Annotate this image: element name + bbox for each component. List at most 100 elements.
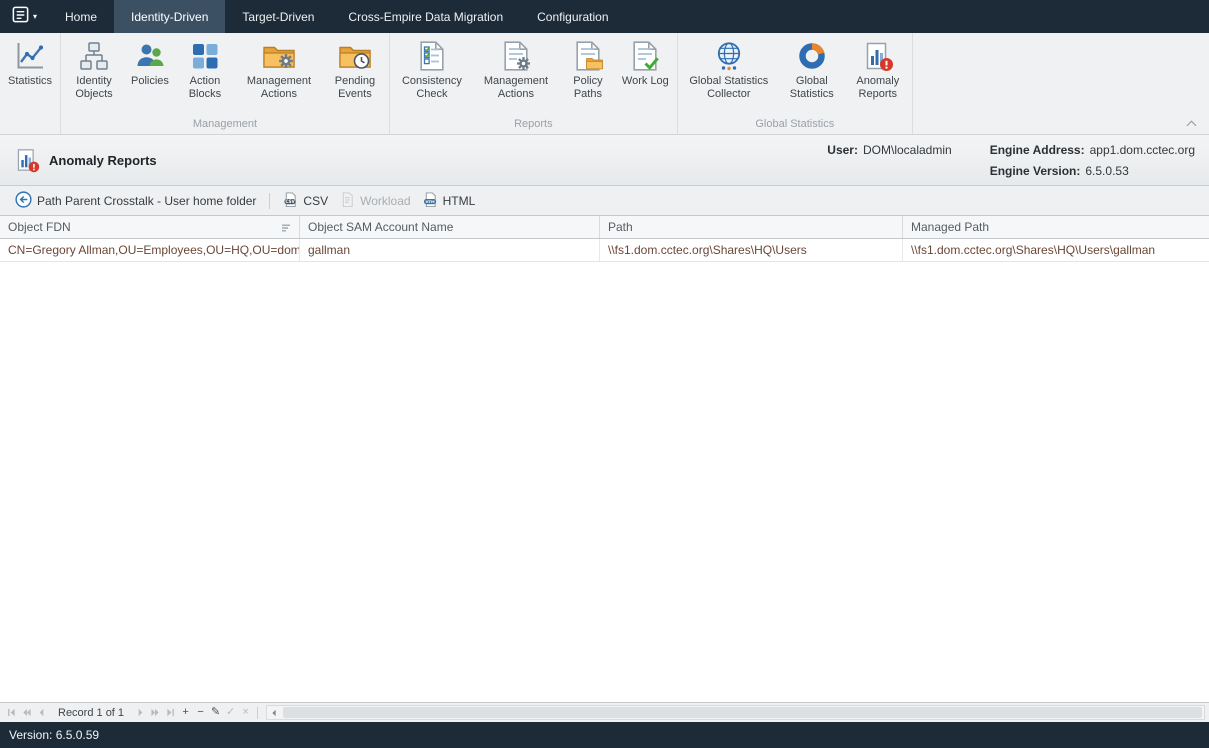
app-menu-button[interactable]: ▾ (0, 0, 48, 33)
scrollbar-thumb[interactable] (283, 707, 1202, 718)
ribbon-button-label: Identity Objects (69, 75, 119, 101)
ribbon-button-label: Management Actions (478, 75, 554, 101)
svg-text:CSV: CSV (286, 199, 296, 204)
next-page-button (148, 705, 163, 721)
ribbon-button-anomaly-reports[interactable]: Anomaly Reports (846, 35, 910, 101)
column-header-managed-path[interactable]: Managed Path (903, 216, 1209, 238)
menu-tab-home[interactable]: Home (48, 0, 114, 33)
column-header-label: Object SAM Account Name (308, 220, 453, 234)
ribbon-button-label: Policy Paths (566, 75, 610, 101)
ribbon-button-label: Consistency Check (398, 75, 466, 101)
ribbon-button-label: Work Log (622, 75, 669, 88)
ribbon-group-label-reports: Reports (392, 117, 675, 134)
doc-gear-icon (500, 38, 532, 74)
engine-info: User: DOM\localadmin Engine Address: app… (827, 143, 1195, 178)
report-grid: Object FDN Object SAM Account Name Path … (0, 216, 1209, 702)
menu-tabs: Home Identity-Driven Target-Driven Cross… (48, 0, 626, 33)
cell-object-fdn: CN=Gregory Allman,OU=Employees,OU=HQ,OU=… (0, 239, 300, 261)
ribbon-button-statistics[interactable]: Statistics (2, 35, 58, 88)
user-info: User: DOM\localadmin (827, 143, 951, 157)
title-band: Anomaly Reports User: DOM\localadmin Eng… (0, 135, 1209, 186)
cell-managed-path: \\fs1.dom.cctec.org\Shares\HQ\Users\gall… (903, 239, 1209, 261)
ribbon-button-label: Global Statistics Collector (686, 75, 772, 101)
menu-tab-target-driven[interactable]: Target-Driven (225, 0, 331, 33)
scroll-left-arrow-icon[interactable] (267, 709, 281, 717)
doc-checklist-icon (416, 38, 448, 74)
column-header-object-fdn[interactable]: Object FDN (0, 216, 300, 238)
ribbon-button-identity-objects[interactable]: Identity Objects (63, 35, 125, 101)
menu-tab-identity-driven[interactable]: Identity-Driven (114, 0, 225, 33)
ribbon-button-label: Policies (131, 75, 169, 88)
app-window: ▾ Home Identity-Driven Target-Driven Cro… (0, 0, 1209, 748)
engine-address-info: Engine Address: app1.dom.cctec.org (990, 143, 1195, 157)
menu-tab-cross-empire-data-migration[interactable]: Cross-Empire Data Migration (331, 0, 520, 33)
grid-header-row: Object FDN Object SAM Account Name Path … (0, 216, 1209, 239)
export-html-label: HTML (443, 194, 476, 208)
user-value: DOM\localadmin (863, 143, 952, 157)
ribbon-button-label: Action Blocks (181, 75, 229, 101)
anomaly-reports-icon (14, 147, 40, 173)
sort-indicator-icon (281, 222, 291, 236)
html-file-icon: HTM (423, 192, 438, 210)
ribbon-button-policy-paths[interactable]: Policy Paths (560, 35, 616, 101)
engine-version-info: Engine Version: 6.5.0.53 (990, 164, 1195, 178)
engine-version-value: 6.5.0.53 (1085, 164, 1128, 178)
end-edit-button: ✓ (223, 705, 238, 721)
ribbon-section-statistics: Statistics (0, 33, 61, 134)
csv-file-icon: CSV (283, 192, 298, 210)
grid-empty-area (0, 262, 1209, 702)
ribbon-section-reports: Consistency Check Management Actions Pol… (390, 33, 678, 134)
column-header-object-sam-account-name[interactable]: Object SAM Account Name (300, 216, 600, 238)
export-csv-button[interactable]: CSV CSV (277, 189, 334, 213)
chevron-down-icon: ▾ (33, 13, 37, 21)
report-breadcrumb-label: Path Parent Crosstalk - User home folder (37, 194, 256, 208)
record-count-text: Record 1 of 1 (58, 707, 124, 719)
append-record-button[interactable]: + (178, 705, 193, 721)
page-title: Anomaly Reports (49, 153, 157, 168)
delete-record-button[interactable]: − (193, 705, 208, 721)
table-row[interactable]: CN=Gregory Allman,OU=Employees,OU=HQ,OU=… (0, 239, 1209, 262)
svg-text:HTM: HTM (425, 200, 435, 204)
ribbon-collapse-button[interactable] (1183, 117, 1199, 129)
ribbon-button-label: Management Actions (241, 75, 317, 101)
user-label: User: (827, 143, 858, 157)
back-button[interactable]: Path Parent Crosstalk - User home folder (9, 188, 262, 214)
ribbon-button-global-statistics[interactable]: Global Statistics (778, 35, 846, 101)
ribbon-button-management-actions[interactable]: Management Actions (235, 35, 323, 101)
version-text: Version: 6.5.0.59 (9, 728, 99, 742)
ribbon-button-action-blocks[interactable]: Action Blocks (175, 35, 235, 101)
workload-file-icon (340, 192, 355, 210)
top-menu-bar: ▾ Home Identity-Driven Target-Driven Cro… (0, 0, 1209, 33)
globe-icon (713, 38, 745, 74)
ribbon-button-consistency-check[interactable]: Consistency Check (392, 35, 472, 101)
ribbon-button-global-statistics-collector[interactable]: Global Statistics Collector (680, 35, 778, 101)
ribbon-button-policies[interactable]: Policies (125, 35, 175, 88)
chart-alert-icon (862, 38, 894, 74)
column-header-path[interactable]: Path (600, 216, 903, 238)
action-blocks-icon (189, 38, 221, 74)
policies-icon (134, 38, 166, 74)
ribbon-group-label (2, 117, 58, 134)
engine-version-label: Engine Version: (990, 164, 1081, 178)
export-html-button[interactable]: HTM HTML (417, 189, 482, 213)
back-arrow-icon (15, 191, 32, 211)
record-navigator: Record 1 of 1 + − ✎ ✓ × (0, 702, 1209, 722)
ribbon-button-work-log[interactable]: Work Log (616, 35, 675, 88)
ribbon: Statistics Identity Objects Policies (0, 33, 1209, 135)
cancel-edit-button: × (238, 705, 253, 721)
menu-tab-configuration[interactable]: Configuration (520, 0, 625, 33)
edit-record-button[interactable]: ✎ (208, 705, 223, 721)
export-workload-label: Workload (360, 194, 410, 208)
horizontal-scrollbar[interactable] (266, 705, 1205, 720)
report-toolbar: Path Parent Crosstalk - User home folder… (0, 186, 1209, 216)
donut-chart-icon (796, 38, 828, 74)
folder-gear-icon (263, 38, 295, 74)
first-record-button (4, 705, 19, 721)
export-csv-label: CSV (303, 194, 328, 208)
column-header-label: Managed Path (911, 220, 989, 234)
export-workload-button: Workload (334, 189, 416, 213)
ribbon-button-pending-events[interactable]: Pending Events (323, 35, 387, 101)
report-menu-icon (11, 5, 30, 29)
ribbon-group-label-management: Management (63, 117, 387, 134)
ribbon-button-management-actions-report[interactable]: Management Actions (472, 35, 560, 101)
